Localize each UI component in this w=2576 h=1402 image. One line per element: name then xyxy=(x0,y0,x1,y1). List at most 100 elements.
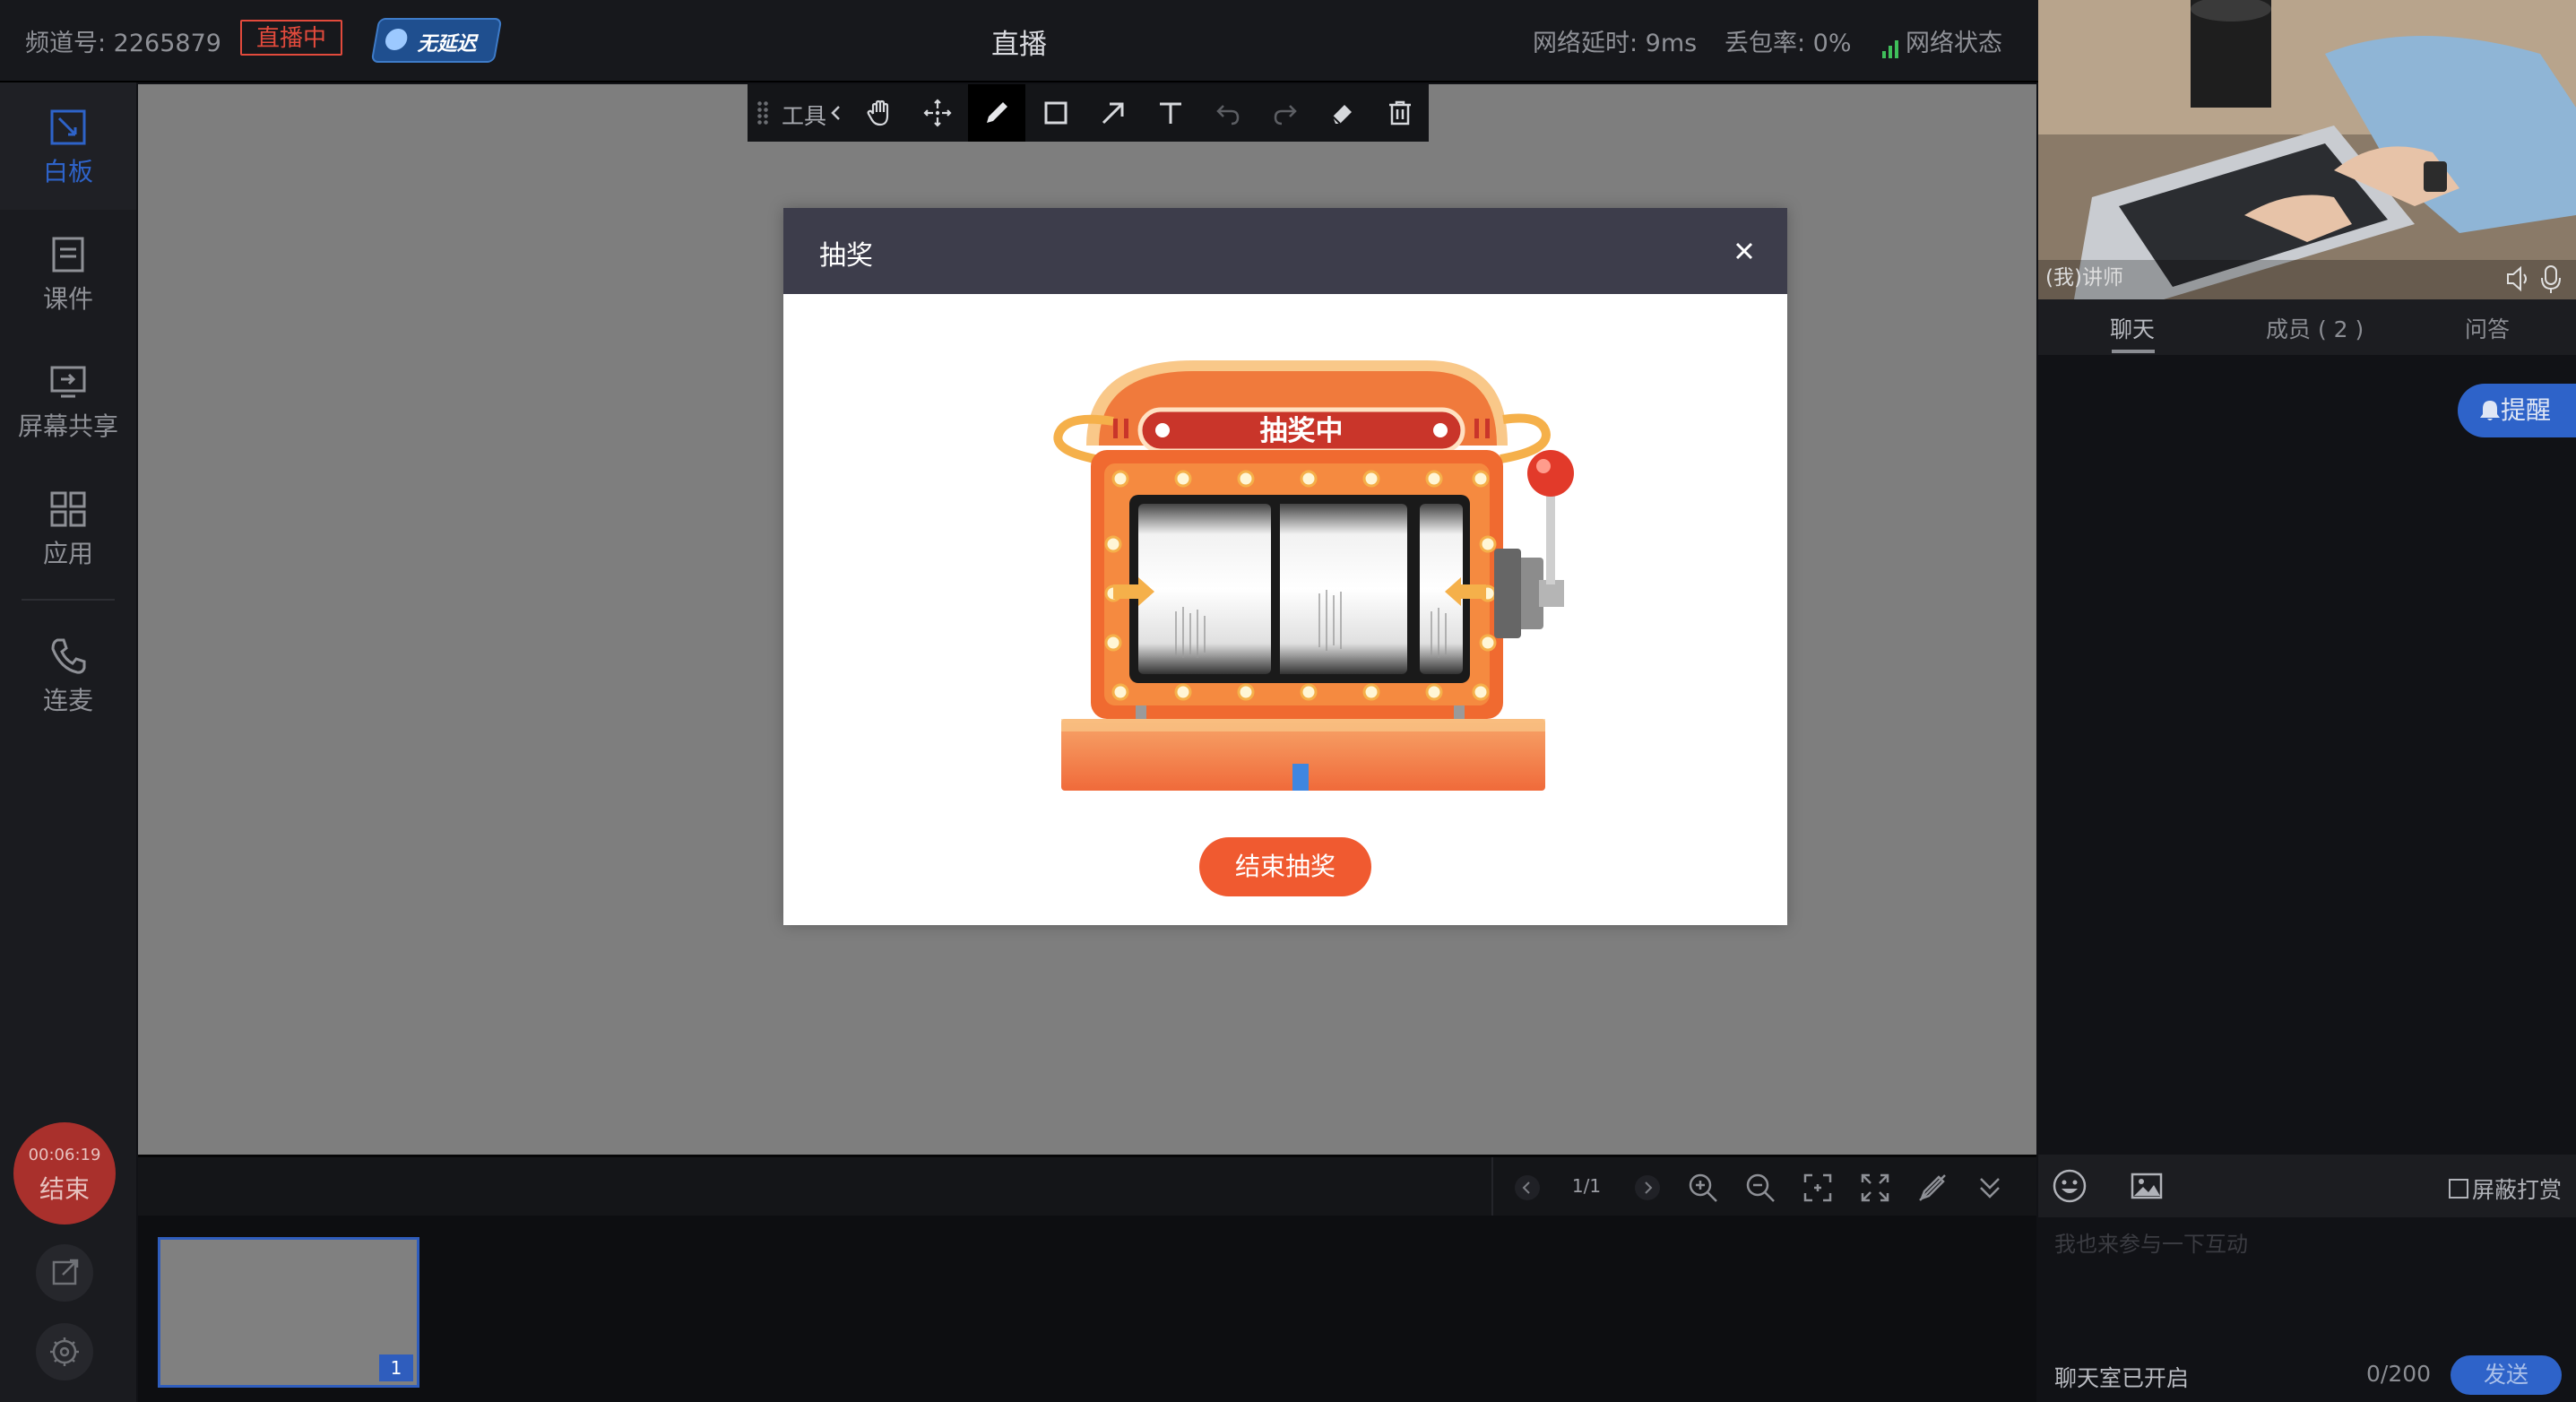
active-tab-indicator xyxy=(2112,350,2155,353)
courseware-icon xyxy=(52,237,84,273)
drag-handle[interactable] xyxy=(756,100,769,125)
sidebar-item-co-host[interactable]: 连麦 xyxy=(0,611,136,739)
text-tool[interactable] xyxy=(1142,84,1199,142)
page-thumbnail[interactable]: 1 xyxy=(158,1237,419,1388)
trash-icon xyxy=(1389,100,1411,125)
emoji-icon xyxy=(2053,1169,2087,1203)
fit-page-button[interactable] xyxy=(1800,1170,1836,1206)
slot-machine-illustration: 抽奖中 xyxy=(979,325,1642,791)
send-button[interactable]: 发送 xyxy=(2451,1355,2562,1395)
sidebar-item-label: 应用 xyxy=(42,539,93,568)
fullscreen-button[interactable] xyxy=(1857,1170,1893,1206)
speaker-mic-icons xyxy=(2507,265,2561,293)
apps-icon xyxy=(50,491,86,527)
arrow-tool[interactable] xyxy=(1085,84,1142,142)
redo-button[interactable] xyxy=(1257,84,1314,142)
sidebar-item-label: 屏幕共享 xyxy=(17,411,118,441)
sidebar-divider xyxy=(22,599,115,601)
collapse-thumbnails-button[interactable] xyxy=(1972,1170,2008,1206)
drawing-toolbar: 工具 xyxy=(748,84,1429,142)
hand-icon xyxy=(867,100,889,126)
tab-members[interactable]: 成员 ( 2 ) xyxy=(2266,312,2364,344)
thumbnail-strip xyxy=(138,1216,2036,1402)
popout-button[interactable] xyxy=(36,1244,93,1302)
annotation-toggle-button[interactable] xyxy=(1915,1170,1950,1206)
shield-gift-checkbox[interactable]: 屏蔽打赏 xyxy=(2448,1173,2562,1205)
chat-input-area: 我也来参与一下互动 聊天室已开启 0/200 发送 xyxy=(2038,1217,2576,1402)
zoom-out-icon xyxy=(1746,1173,1775,1202)
signal-icon xyxy=(1882,39,1898,58)
delete-button[interactable] xyxy=(1371,84,1429,142)
collapse-toolbar-button[interactable] xyxy=(823,84,850,142)
sidebar-item-courseware[interactable]: 课件 xyxy=(0,210,136,337)
pager-group: 1/1 xyxy=(1491,1157,2038,1218)
chat-messages xyxy=(2038,355,2576,1155)
arrow-icon xyxy=(1102,102,1124,125)
network-status-label: 网络状态 xyxy=(1906,30,2002,57)
tab-chat[interactable]: 聊天 xyxy=(2110,312,2155,344)
thumbnail-page-number: 1 xyxy=(379,1354,413,1381)
undo-icon xyxy=(1216,105,1240,125)
close-icon xyxy=(1735,242,1753,260)
remind-label: 提醒 xyxy=(2501,395,2552,425)
char-counter: 0/200 xyxy=(2366,1361,2432,1387)
end-broadcast-button[interactable]: 00:06:19 结束 xyxy=(13,1122,116,1225)
undo-button[interactable] xyxy=(1199,84,1257,142)
external-link-icon xyxy=(52,1259,79,1285)
rectangle-tool[interactable] xyxy=(1027,84,1085,142)
dialog-header: 抽奖 xyxy=(783,208,1787,294)
next-page-button[interactable] xyxy=(1629,1170,1665,1206)
end-lottery-button[interactable]: 结束抽奖 xyxy=(1199,837,1371,896)
tools-label: 工具 xyxy=(782,103,827,129)
phone-icon xyxy=(51,638,86,674)
video-frame xyxy=(2038,0,2576,299)
image-icon xyxy=(2131,1173,2163,1199)
chat-input[interactable]: 我也来参与一下互动 xyxy=(2054,1226,2248,1258)
chevron-left-icon xyxy=(831,106,840,120)
eraser-tool[interactable] xyxy=(1314,84,1371,142)
page-indicator: 1/1 xyxy=(1571,1175,1602,1197)
close-button[interactable] xyxy=(1728,235,1760,267)
top-bar: 频道号: 2265879 直播中 无延迟 直播 网络延时: 9ms 丢包率: 0… xyxy=(0,0,2038,82)
lottery-dialog: 抽奖 抽奖中 结束抽奖 xyxy=(783,208,1787,925)
sidebar-item-screen-share[interactable]: 屏幕共享 xyxy=(0,337,136,464)
pen-tool[interactable] xyxy=(968,84,1025,142)
tab-qa[interactable]: 问答 xyxy=(2465,312,2510,344)
image-button[interactable] xyxy=(2128,1167,2165,1205)
screen-share-icon xyxy=(50,366,86,398)
sidebar-item-label: 白板 xyxy=(42,157,93,186)
sidebar-item-label: 课件 xyxy=(42,284,93,314)
dialog-title: 抽奖 xyxy=(819,240,873,272)
settings-button[interactable] xyxy=(36,1323,93,1380)
end-label: 结束 xyxy=(39,1174,90,1204)
zoom-in-button[interactable] xyxy=(1685,1170,1721,1206)
chevron-left-icon xyxy=(1515,1175,1540,1200)
packet-loss: 丢包率: 0% xyxy=(1725,30,1852,57)
eraser-icon xyxy=(1332,105,1352,125)
fit-icon xyxy=(1803,1173,1832,1202)
sidebar-item-whiteboard[interactable]: 白板 xyxy=(0,82,136,210)
zoom-in-icon xyxy=(1689,1173,1717,1202)
slot-banner-text: 抽奖中 xyxy=(1260,415,1344,447)
hand-tool[interactable] xyxy=(851,84,909,142)
redo-icon xyxy=(1274,105,1297,125)
emoji-button[interactable] xyxy=(2051,1167,2088,1205)
sidebar-item-apps[interactable]: 应用 xyxy=(0,464,136,592)
move-tool[interactable] xyxy=(909,84,966,142)
pen-slash-icon xyxy=(1919,1174,1946,1201)
prev-page-button[interactable] xyxy=(1509,1170,1545,1206)
gear-icon xyxy=(50,1337,79,1366)
network-latency: 网络延时: 9ms xyxy=(1533,30,1698,57)
rectangle-icon xyxy=(1044,101,1068,125)
teacher-video[interactable]: (我)讲师 xyxy=(2038,0,2576,299)
broadcast-timer: 00:06:19 xyxy=(28,1146,101,1164)
pen-icon xyxy=(987,102,1007,123)
network-status[interactable]: 网络状态 xyxy=(1882,23,2002,58)
remind-button[interactable]: 提醒 xyxy=(2458,384,2576,437)
text-icon xyxy=(1160,102,1181,124)
chevron-right-icon xyxy=(1635,1175,1660,1200)
zoom-out-button[interactable] xyxy=(1742,1170,1778,1206)
fullscreen-icon xyxy=(1861,1173,1889,1202)
bell-icon xyxy=(2480,401,2500,420)
panel-tabs: 聊天 成员 ( 2 ) 问答 xyxy=(2038,299,2576,355)
